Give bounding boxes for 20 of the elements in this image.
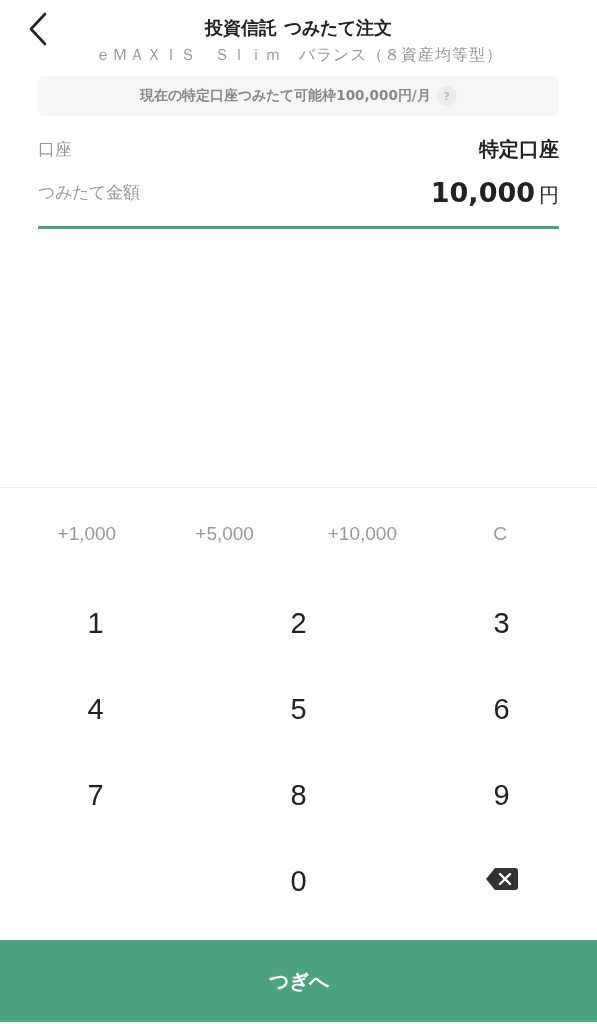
amount-value: 10,000	[430, 176, 535, 208]
limit-text: 現在の特定口座つみたて可能枠100,000円/月	[140, 87, 431, 105]
field-label: つみたて金額	[38, 181, 140, 204]
digit-key[interactable]: 5	[290, 692, 307, 726]
digit-key[interactable]: 1	[87, 606, 104, 640]
digit-key[interactable]: 0	[290, 864, 307, 898]
digit-key[interactable]: 3	[493, 606, 510, 640]
digit-key[interactable]: 8	[290, 778, 307, 812]
currency-unit: 円	[539, 181, 559, 209]
field-label: 口座	[38, 138, 72, 161]
digit-key[interactable]: 4	[87, 692, 104, 726]
digit-key[interactable]: 6	[493, 692, 510, 726]
fund-name: ｅＭＡＸＩＳ Ｓｌｉｍ バランス（８資産均等型）	[93, 44, 504, 66]
backspace-icon	[484, 866, 519, 891]
digit-key[interactable]: 9	[493, 778, 510, 812]
screen-title: 投資信託 つみたて注文	[205, 16, 392, 40]
digit-key[interactable]: 7	[87, 778, 104, 812]
digit-key[interactable]: 2	[290, 606, 307, 640]
field-value: 特定口座	[479, 136, 559, 163]
back-icon[interactable]	[28, 12, 48, 46]
